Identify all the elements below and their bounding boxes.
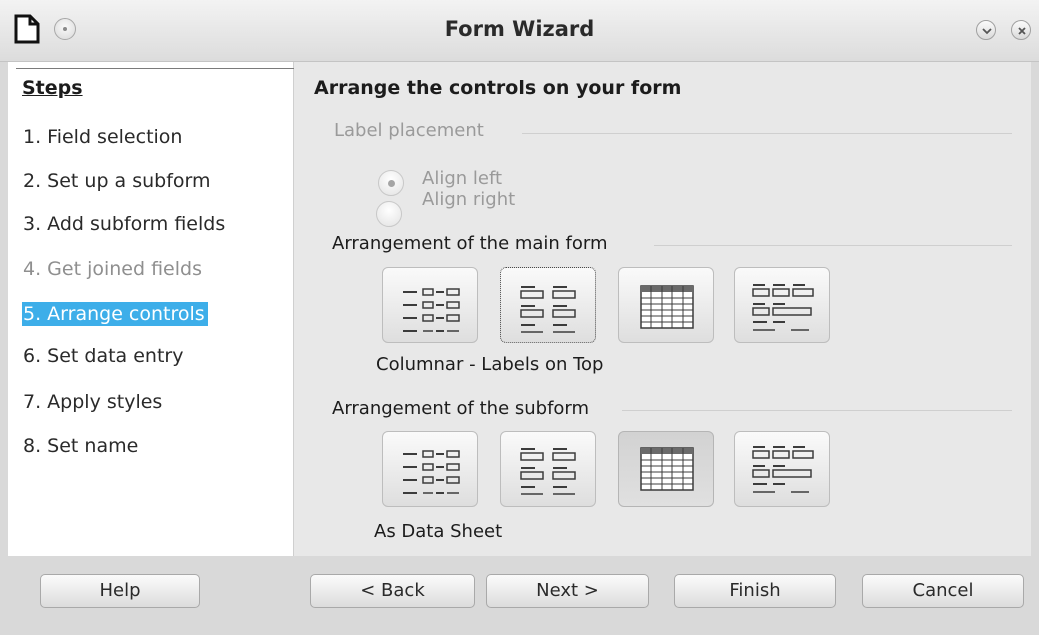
align-left-radio[interactable] bbox=[378, 170, 404, 196]
sub-as-data-sheet-button[interactable] bbox=[618, 431, 714, 507]
chevron-down-icon bbox=[982, 28, 992, 35]
close-icon bbox=[1018, 27, 1026, 35]
columnar-labels-left-icon bbox=[403, 450, 460, 494]
step-arrange-controls[interactable]: 5. Arrange controls bbox=[22, 302, 208, 326]
columnar-labels-on-top-icon bbox=[520, 286, 576, 333]
window-title: Form Wizard bbox=[444, 17, 595, 41]
steps-divider bbox=[16, 68, 300, 69]
main-form-rule bbox=[654, 245, 1012, 246]
sub-columnar-labels-left-button[interactable] bbox=[382, 431, 478, 507]
columnar-labels-left-icon bbox=[403, 288, 460, 332]
wizard-page: Arrange the controls on your form Label … bbox=[294, 62, 1031, 556]
data-sheet-grid-icon bbox=[640, 285, 694, 329]
main-columnar-labels-on-top-button[interactable] bbox=[500, 267, 596, 343]
main-in-blocks-labels-above-button[interactable] bbox=[734, 267, 830, 343]
main-columnar-labels-left-button[interactable] bbox=[382, 267, 478, 343]
main-form-arrangement-title: Arrangement of the main form bbox=[332, 233, 608, 254]
align-right-label[interactable]: Align right bbox=[422, 189, 515, 210]
help-button[interactable]: Help bbox=[40, 574, 200, 608]
subform-arrangement-title: Arrangement of the subform bbox=[332, 398, 590, 419]
step-set-up-subform[interactable]: 2. Set up a subform bbox=[22, 169, 214, 193]
sub-columnar-labels-on-top-button[interactable] bbox=[500, 431, 596, 507]
next-button[interactable]: Next > bbox=[486, 574, 649, 608]
label-placement-rule bbox=[522, 133, 1012, 134]
close-button[interactable] bbox=[1011, 20, 1031, 40]
subform-rule bbox=[622, 410, 1012, 411]
title-bar: Form Wizard bbox=[0, 0, 1039, 62]
align-right-radio[interactable] bbox=[376, 201, 402, 227]
step-apply-styles[interactable]: 7. Apply styles bbox=[22, 390, 165, 414]
minimize-button[interactable] bbox=[976, 20, 996, 40]
label-placement-title: Label placement bbox=[334, 120, 484, 141]
align-left-label[interactable]: Align left bbox=[422, 168, 502, 189]
in-blocks-labels-above-icon bbox=[752, 446, 814, 493]
steps-heading: Steps bbox=[22, 77, 83, 99]
main-form-arrangement-caption: Columnar - Labels on Top bbox=[376, 354, 604, 375]
back-button[interactable]: < Back bbox=[310, 574, 475, 608]
main-as-data-sheet-button[interactable] bbox=[618, 267, 714, 343]
cancel-button[interactable]: Cancel bbox=[862, 574, 1024, 608]
step-set-name[interactable]: 8. Set name bbox=[22, 434, 141, 458]
finish-button[interactable]: Finish bbox=[674, 574, 836, 608]
page-heading: Arrange the controls on your form bbox=[314, 77, 682, 99]
steps-panel: Steps 1. Field selection 2. Set up a sub… bbox=[8, 62, 300, 556]
sub-in-blocks-labels-above-button[interactable] bbox=[734, 431, 830, 507]
in-blocks-labels-above-icon bbox=[752, 284, 814, 331]
subform-arrangement-caption: As Data Sheet bbox=[374, 521, 503, 542]
step-add-subform-fields[interactable]: 3. Add subform fields bbox=[22, 212, 228, 236]
step-field-selection[interactable]: 1. Field selection bbox=[22, 125, 185, 149]
data-sheet-grid-icon bbox=[640, 447, 694, 491]
columnar-labels-on-top-icon bbox=[520, 448, 576, 495]
step-get-joined-fields: 4. Get joined fields bbox=[23, 258, 202, 280]
step-set-data-entry[interactable]: 6. Set data entry bbox=[22, 344, 186, 368]
